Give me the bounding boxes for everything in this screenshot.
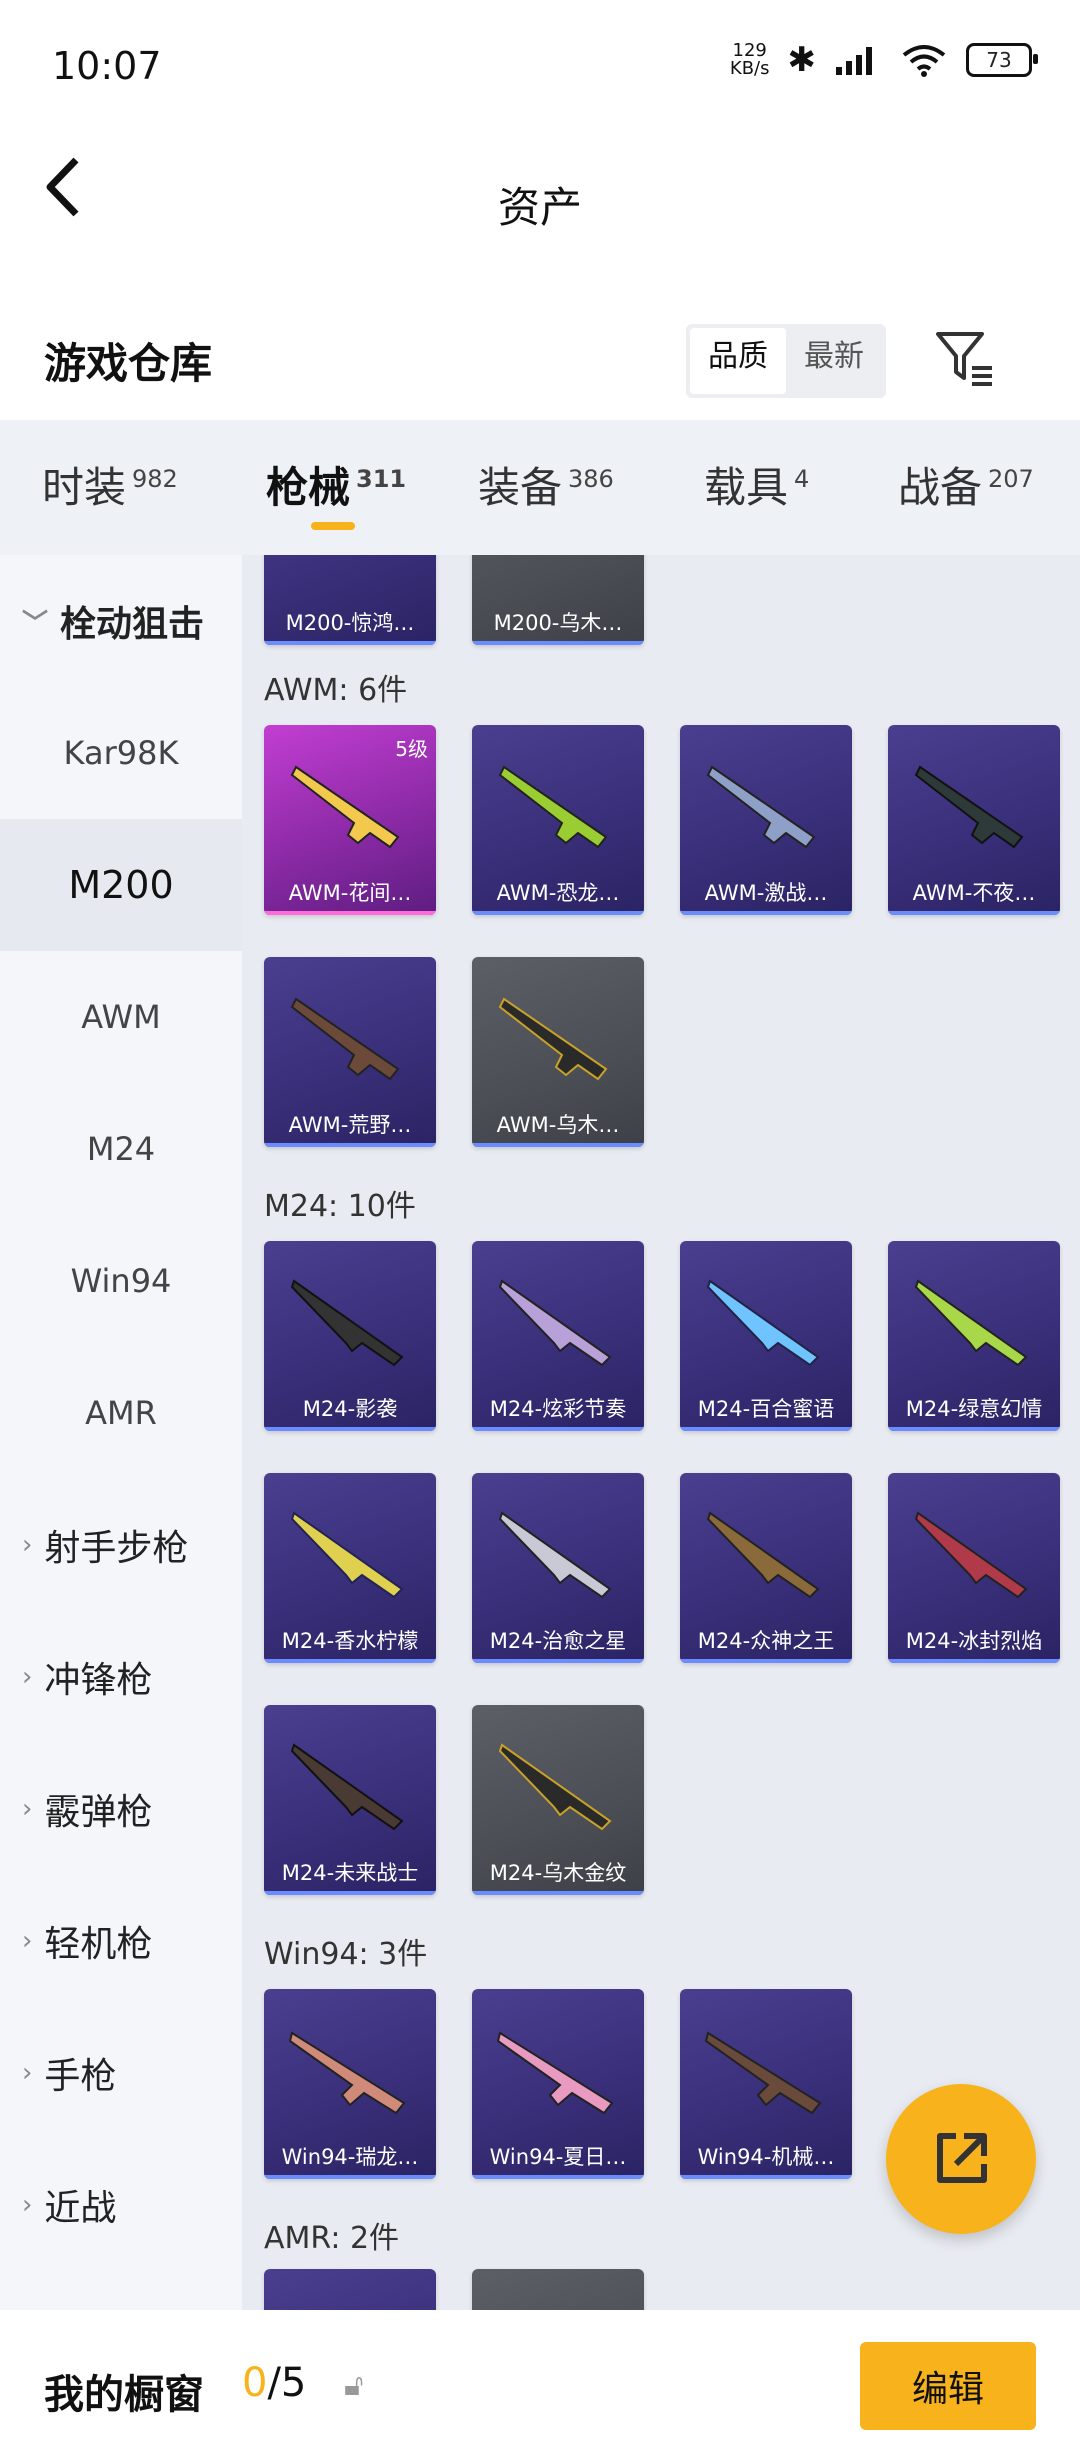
- weapon-card[interactable]: M24-未来战士: [264, 1705, 436, 1895]
- sidebar-item-kar98k[interactable]: Kar98K: [0, 687, 242, 819]
- rifle-icon: [914, 1279, 1028, 1367]
- sidebar-group-bolt-sniper[interactable]: ﹀ 栓动狙击: [0, 555, 242, 687]
- weapon-card[interactable]: Win94-夏日…: [472, 1989, 644, 2179]
- chevron-right-icon: ›: [22, 1926, 33, 1956]
- sort-newest-button[interactable]: 最新: [786, 328, 882, 394]
- rifle-icon: [914, 765, 1024, 849]
- rifle-icon: [706, 765, 816, 849]
- weapon-card[interactable]: AWM-不夜…: [888, 725, 1060, 915]
- sidebar-group-shotgun[interactable]: › 霰弹枪: [0, 1743, 242, 1875]
- weapon-card[interactable]: [264, 2269, 436, 2310]
- tab-firearms[interactable]: 枪械 311: [266, 454, 406, 515]
- section-title-amr: AMR: 2件: [264, 2221, 400, 2256]
- weapon-card[interactable]: M24-百合蜜语: [680, 1241, 852, 1431]
- category-tabs: 时装 982 枪械 311 装备 386 载具 4 战备 207: [0, 420, 1080, 555]
- chevron-right-icon: ›: [22, 1794, 33, 1824]
- status-icons: 129 KB/s ✱ 73: [729, 40, 1038, 80]
- weapon-grid: M200-惊鸿… M200-乌木… AWM: 6件 5级 AWM-花间… AWM…: [242, 555, 1080, 2310]
- chevron-right-icon: ›: [22, 1662, 33, 1692]
- tab-equipment[interactable]: 装备 386: [478, 454, 614, 515]
- sidebar-group-lmg[interactable]: › 轻机枪: [0, 1875, 242, 2007]
- signal-icon: [836, 47, 872, 75]
- weapon-card[interactable]: AWM-激战…: [680, 725, 852, 915]
- active-tab-indicator: [311, 522, 355, 530]
- weapon-card[interactable]: AWM-乌木…: [472, 957, 644, 1147]
- rifle-icon: [498, 765, 608, 849]
- sort-toggle: 品质 最新: [686, 324, 886, 398]
- weapon-card[interactable]: M24-香水柠檬: [264, 1473, 436, 1663]
- rifle-icon: [290, 765, 400, 849]
- battery-indicator: 73: [966, 43, 1038, 77]
- sidebar-group-smg[interactable]: › 冲锋枪: [0, 1611, 242, 1743]
- network-speed: 129 KB/s: [729, 40, 770, 79]
- warehouse-title: 游戏仓库: [44, 339, 213, 388]
- sidebar-item-m24[interactable]: M24: [0, 1083, 242, 1215]
- chevron-right-icon: ›: [22, 1530, 33, 1560]
- sidebar-group-marksman[interactable]: › 射手步枪: [0, 1479, 242, 1611]
- rifle-icon: [706, 1511, 820, 1599]
- weapon-card[interactable]: M24-绿意幻情: [888, 1241, 1060, 1431]
- chevron-right-icon: ›: [22, 2058, 33, 2088]
- sidebar-group-pistol[interactable]: › 手枪: [0, 2007, 242, 2139]
- weapon-card[interactable]: M200-惊鸿…: [264, 555, 436, 645]
- rifle-icon: [498, 1511, 612, 1599]
- showcase-bar: 我的橱窗 0/5 🔓︎ 编辑: [0, 2310, 1080, 2460]
- rifle-icon: [288, 2031, 406, 2115]
- rifle-icon: [496, 2031, 614, 2115]
- section-title-awm: AWM: 6件: [264, 673, 408, 708]
- weapon-card[interactable]: M24-冰封烈焰: [888, 1473, 1060, 1663]
- weapon-card[interactable]: Win94-机械…: [680, 1989, 852, 2179]
- edit-button[interactable]: 编辑: [860, 2342, 1036, 2430]
- weapon-card[interactable]: M24-治愈之星: [472, 1473, 644, 1663]
- clock: 10:07: [52, 44, 162, 88]
- sidebar-item-amr[interactable]: AMR: [0, 1347, 242, 1479]
- weapon-card[interactable]: M24-乌木金纹: [472, 1705, 644, 1895]
- bluetooth-icon: ✱: [787, 40, 817, 80]
- showcase-count: 0/5: [242, 2360, 307, 2406]
- tab-fashion[interactable]: 时装 982: [42, 454, 178, 515]
- rifle-icon: [498, 1279, 612, 1367]
- rifle-icon: [290, 1511, 404, 1599]
- chevron-right-icon: ›: [22, 2190, 33, 2220]
- section-title-m24: M24: 10件: [264, 1189, 416, 1224]
- weapon-card[interactable]: Win94-瑞龙…: [264, 1989, 436, 2179]
- weapon-type-sidebar: ﹀ 栓动狙击 Kar98K M200 AWM M24 Win94 AMR › 射手…: [0, 555, 242, 2310]
- rifle-icon: [914, 1511, 1028, 1599]
- share-fab[interactable]: [886, 2084, 1036, 2234]
- weapon-card[interactable]: M24-炫彩节奏: [472, 1241, 644, 1431]
- section-title-win94: Win94: 3件: [264, 1937, 428, 1972]
- sort-quality-button[interactable]: 品质: [690, 328, 786, 394]
- tab-supplies[interactable]: 战备 207: [898, 454, 1034, 515]
- weapon-card[interactable]: AWM-恐龙…: [472, 725, 644, 915]
- warehouse-bar: 游戏仓库 品质 最新: [0, 300, 1080, 420]
- rifle-icon: [290, 997, 400, 1081]
- status-bar: 10:07 129 KB/s ✱ 73: [0, 0, 1080, 130]
- sidebar-item-awm[interactable]: AWM: [0, 951, 242, 1083]
- weapon-card[interactable]: M24-影袭: [264, 1241, 436, 1431]
- wifi-icon: [902, 45, 946, 77]
- weapon-card[interactable]: M200-乌木…: [472, 555, 644, 645]
- sidebar-item-m200[interactable]: M200: [0, 819, 242, 951]
- showcase-label: 我的橱窗: [44, 2372, 204, 2418]
- weapon-card[interactable]: [472, 2269, 644, 2310]
- rifle-icon: [498, 1743, 612, 1831]
- lock-icon: 🔓︎: [344, 2368, 364, 2403]
- tab-vehicles[interactable]: 载具 4: [704, 454, 809, 515]
- chevron-down-icon: ﹀: [22, 608, 49, 639]
- weapon-card[interactable]: M24-众神之王: [680, 1473, 852, 1663]
- sidebar-item-win94[interactable]: Win94: [0, 1215, 242, 1347]
- external-link-icon: [937, 2133, 987, 2183]
- rifle-icon: [290, 1279, 404, 1367]
- page-title: 资产: [497, 183, 582, 232]
- rifle-icon: [498, 997, 608, 1081]
- weapon-card[interactable]: 5级 AWM-花间…: [264, 725, 436, 915]
- rifle-icon: [704, 2031, 822, 2115]
- rifle-icon: [706, 1279, 820, 1367]
- filter-icon[interactable]: [930, 322, 1000, 392]
- rifle-icon: [290, 1743, 404, 1831]
- weapon-card[interactable]: AWM-荒野…: [264, 957, 436, 1147]
- sidebar-group-melee[interactable]: › 近战: [0, 2139, 242, 2271]
